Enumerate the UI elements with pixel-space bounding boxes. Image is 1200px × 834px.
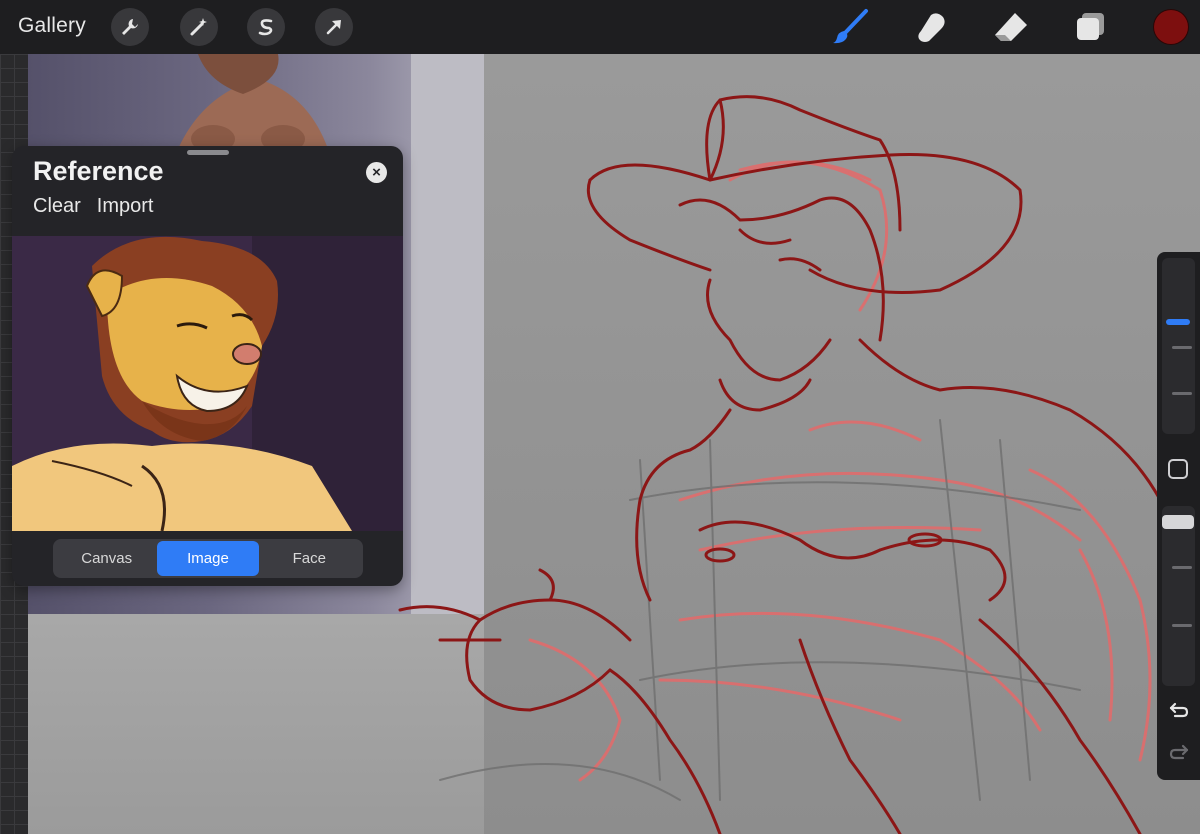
undo-icon[interactable]: [1167, 698, 1191, 722]
size-tick: [1172, 392, 1192, 395]
modify-square-icon[interactable]: [1168, 459, 1188, 479]
selection-s-icon[interactable]: [247, 8, 285, 46]
reference-actions: Clear Import: [33, 195, 153, 218]
opacity-tick: [1172, 624, 1192, 627]
import-button[interactable]: Import: [97, 195, 154, 218]
redo-icon[interactable]: [1167, 740, 1191, 764]
close-icon[interactable]: ×: [366, 162, 387, 183]
size-tick: [1172, 346, 1192, 349]
reference-image[interactable]: [12, 236, 403, 531]
right-sidebar: [1157, 252, 1200, 780]
reference-mode-selector: Canvas Image Face: [53, 539, 363, 578]
eraser-icon[interactable]: [991, 7, 1031, 47]
mode-face[interactable]: Face: [259, 541, 360, 576]
reference-title: Reference: [33, 156, 164, 186]
mode-image[interactable]: Image: [157, 541, 259, 576]
brush-size-knob[interactable]: [1166, 319, 1190, 325]
panel-grabber[interactable]: [187, 150, 229, 155]
magic-wand-icon[interactable]: [180, 8, 218, 46]
opacity-tick: [1172, 566, 1192, 569]
brush-icon[interactable]: [830, 7, 870, 47]
layers-icon[interactable]: [1071, 7, 1111, 47]
mode-canvas[interactable]: Canvas: [56, 541, 157, 576]
sketch-drawing: [398, 95, 1172, 834]
clear-button[interactable]: Clear: [33, 195, 81, 218]
reference-panel: Reference × Clear Import Canvas Image Fa…: [12, 146, 403, 586]
wrench-icon[interactable]: [111, 8, 149, 46]
transform-arrow-icon[interactable]: [315, 8, 353, 46]
color-picker-button[interactable]: [1154, 10, 1188, 44]
brush-size-slider[interactable]: [1162, 258, 1195, 434]
opacity-knob[interactable]: [1162, 515, 1194, 529]
gallery-button[interactable]: Gallery: [18, 14, 86, 38]
top-toolbar: Gallery: [0, 0, 1200, 54]
opacity-slider[interactable]: [1162, 506, 1195, 686]
smudge-icon[interactable]: [911, 7, 951, 47]
